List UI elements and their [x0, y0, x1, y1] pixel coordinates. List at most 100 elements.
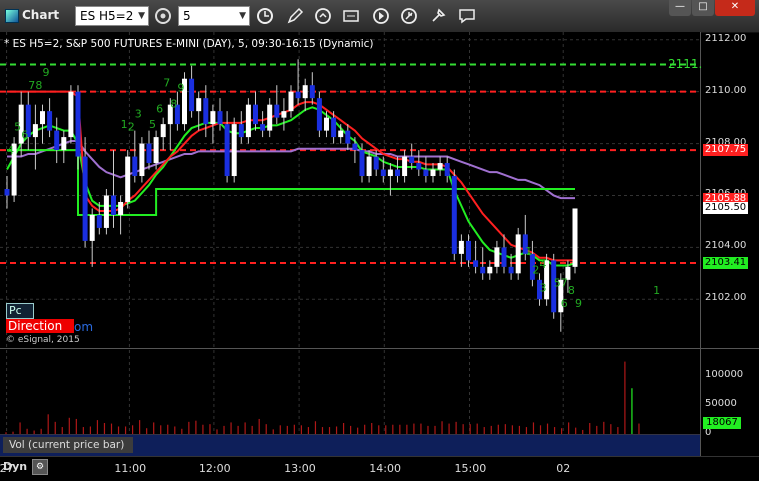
direction-suffix: om [74, 320, 94, 334]
minimize-button[interactable]: — [669, 0, 691, 16]
refresh-icon[interactable] [312, 6, 334, 26]
tools-icon[interactable] [427, 6, 449, 26]
candle-body [515, 234, 521, 274]
candle-body [125, 156, 131, 202]
price-tick-label: 2110.00 [705, 84, 747, 96]
candle-body [402, 156, 408, 177]
candle-body [146, 143, 152, 164]
sequence-label: 4 [540, 258, 547, 271]
sequence-label: 9 [575, 297, 582, 310]
candle-body [75, 91, 81, 157]
time-tick-label: 11:00 [114, 462, 147, 475]
sequence-label: 6 [561, 297, 568, 310]
candle-body [203, 98, 209, 125]
candle-body [373, 156, 379, 170]
price-tick-label: 2104.00 [705, 240, 747, 252]
candle-body [387, 169, 393, 177]
chart-info: * ES H5=2, S&P 500 FUTURES E-MINI (DAY),… [4, 38, 374, 50]
quote-icon[interactable] [340, 6, 362, 26]
candle-body [224, 124, 230, 177]
candle-body [4, 189, 10, 196]
chart-app-icon [5, 9, 19, 23]
clock-icon[interactable] [254, 6, 276, 26]
volume-label: Vol (current price bar) [3, 437, 133, 453]
time-tick-label: 12:00 [198, 462, 231, 475]
candle-body [430, 169, 436, 177]
candle-body [572, 208, 578, 267]
pencil-icon[interactable] [284, 6, 306, 26]
price-tick-label: 2112.00 [705, 32, 747, 44]
sequence-label: 9 [43, 66, 50, 79]
candle-body [501, 247, 507, 267]
chevron-down-icon[interactable]: ▼ [239, 7, 246, 25]
maximize-button[interactable]: □ [692, 0, 714, 16]
price-marker: 2111. [668, 57, 703, 72]
candle-body [487, 266, 493, 274]
symbol-value: ES H5=2 [80, 9, 134, 23]
sequence-label: 7 [163, 76, 170, 89]
candle-body [132, 156, 138, 177]
candle-body [352, 143, 358, 151]
candle-body [231, 124, 237, 177]
price-marker: 2105.50 [703, 202, 748, 215]
sequence-label: 6 [156, 102, 163, 115]
volume-pane-bg [0, 349, 700, 434]
volume-marker: 18067 [703, 416, 741, 429]
candle-body [466, 240, 471, 261]
comment-icon[interactable] [456, 6, 478, 26]
time-tick-label: 14:00 [369, 462, 401, 475]
candle-body [395, 169, 400, 177]
candle-body [338, 130, 344, 138]
candle-body [89, 214, 95, 241]
candle-body [267, 104, 273, 131]
sequence-label: 2 [532, 263, 539, 276]
dyn-settings-icon[interactable]: ⚙ [32, 459, 48, 475]
play-icon[interactable] [370, 6, 392, 26]
time-tick-label: 02 [556, 462, 571, 475]
pc-button[interactable]: Pc [6, 303, 34, 319]
interval-value: 5 [183, 9, 191, 23]
sequence-label: 1 [121, 118, 128, 131]
candle-body [423, 169, 429, 177]
candle-body [103, 195, 109, 228]
candle-body [245, 104, 251, 138]
copyright-text: © eSignal, 2015 [6, 335, 80, 345]
candle-body [444, 163, 450, 177]
candle-body [196, 98, 202, 112]
sequence-label: 6 [21, 128, 28, 141]
candle-body [260, 124, 266, 131]
candle-body [345, 130, 351, 144]
sequence-label: 4 [7, 144, 14, 157]
sequence-label: 8 [568, 284, 575, 297]
price-marker: 2103.41 [703, 256, 748, 269]
chevron-down-icon[interactable]: ▼ [138, 7, 145, 25]
candle-body [82, 156, 88, 241]
candle-body [295, 91, 301, 99]
candle-body [416, 163, 422, 170]
sequence-label: 7 [28, 79, 35, 92]
link-icon[interactable] [152, 6, 174, 26]
candle-body [217, 111, 223, 125]
candle-body [451, 176, 457, 254]
candle-body [458, 240, 464, 254]
volume-tick-label: 0 [705, 427, 712, 438]
sequence-label: 7 [561, 276, 568, 289]
candle-body [324, 117, 329, 131]
candle-body [153, 137, 159, 164]
candle-body [47, 111, 53, 131]
candle-body [288, 91, 294, 112]
sequence-label: 8 [35, 79, 42, 92]
price-marker: 2107.75 [703, 144, 748, 157]
sequence-label: 3 [540, 282, 547, 295]
sequence-label: 1 [653, 284, 660, 297]
sequence-label: 3 [135, 108, 142, 121]
pin-icon[interactable] [398, 6, 420, 26]
sequence-label: 8 [170, 97, 177, 110]
symbol-input[interactable]: ES H5=2 ▼ [75, 6, 149, 26]
candle-body [309, 85, 315, 99]
direction-button[interactable]: Direction [6, 319, 74, 333]
candle-body [508, 266, 514, 274]
close-button[interactable]: ✕ [715, 0, 755, 16]
candle-body [189, 78, 195, 112]
interval-input[interactable]: 5 ▼ [178, 6, 250, 26]
